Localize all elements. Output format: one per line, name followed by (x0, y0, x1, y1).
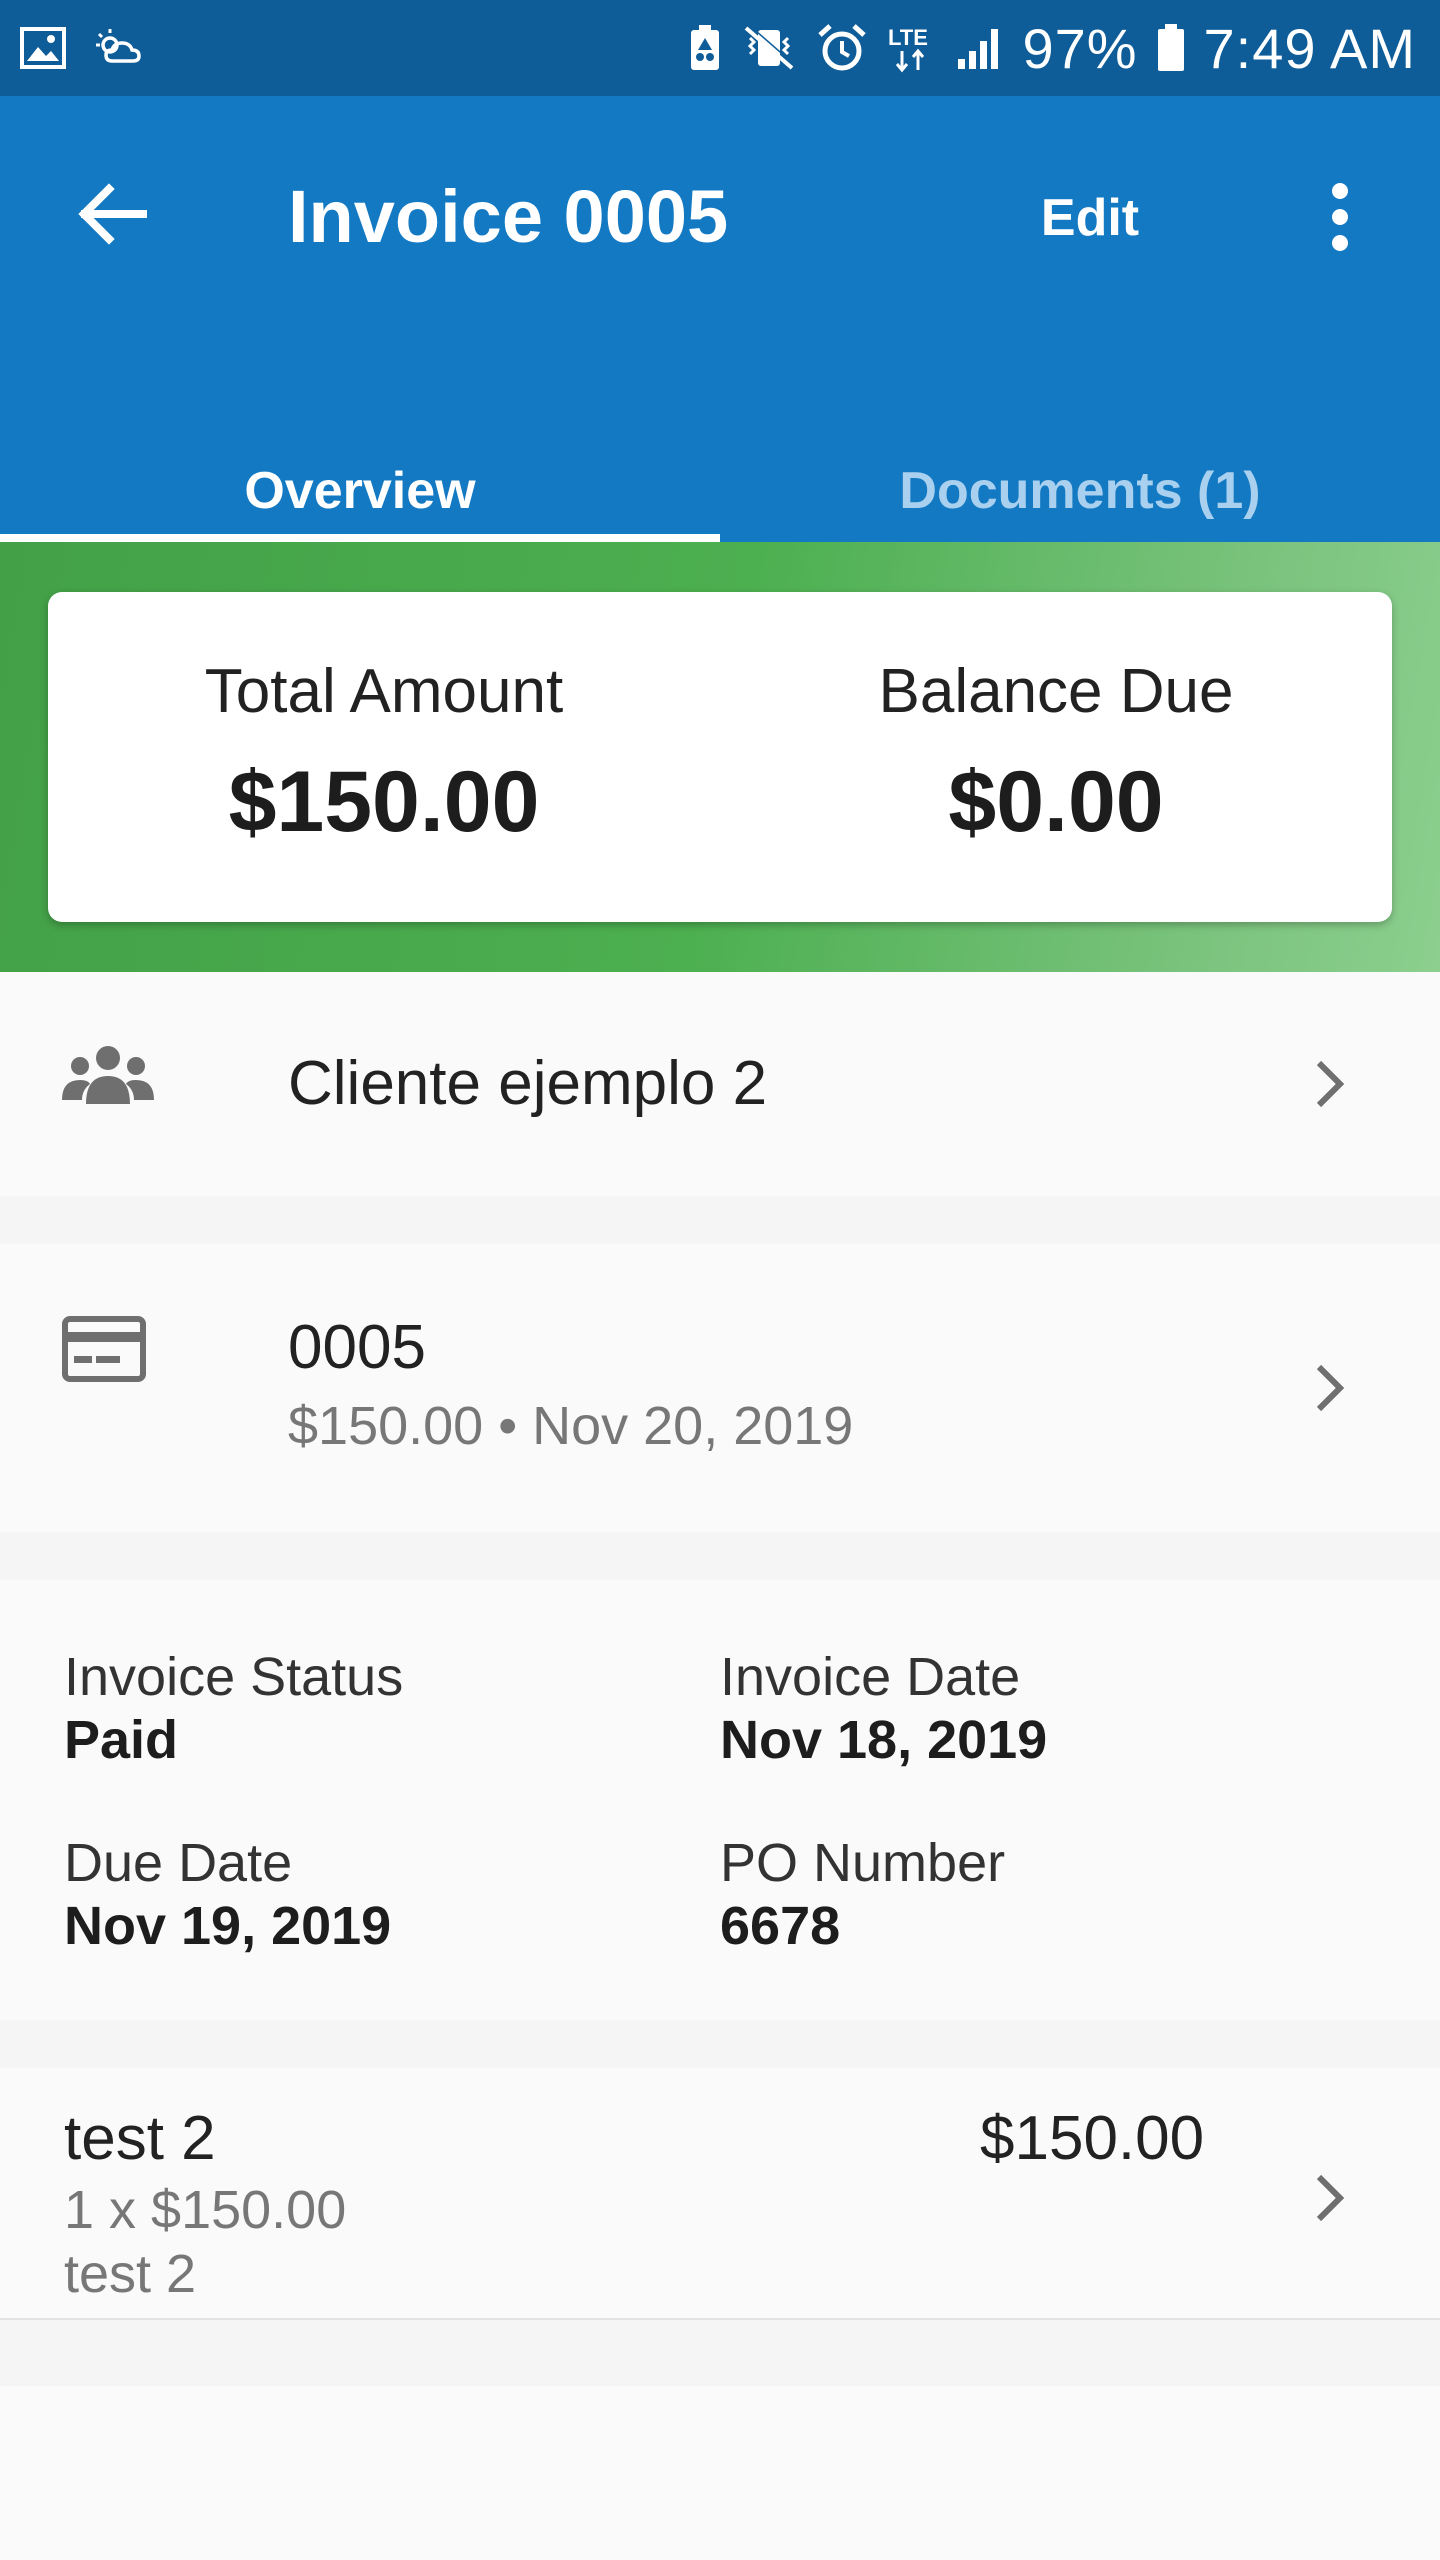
client-row[interactable]: Cliente ejemplo 2 (0, 972, 1440, 1196)
people-icon (62, 1044, 154, 1108)
chevron-right-icon (1300, 1054, 1360, 1114)
total-amount-section: Total Amount $150.00 (48, 592, 720, 922)
tab-overview-label: Overview (244, 462, 476, 520)
balance-due-section: Balance Due $0.00 (720, 592, 1392, 922)
back-button[interactable] (60, 164, 164, 268)
line-item-description: test 2 (64, 2244, 197, 2304)
po-number: PO Number 6678 (720, 1832, 1340, 1958)
line-item[interactable]: test 2 $150.00 1 x $150.00 test 2 (0, 2068, 1440, 2320)
signal-icon (956, 25, 1004, 71)
payment-summary: $150.00 • Nov 20, 2019 (288, 1396, 854, 1456)
clock: 7:49 AM (1203, 16, 1416, 80)
svg-text:LTE: LTE (888, 25, 928, 50)
battery-icon (1156, 23, 1186, 73)
tab-bar: Overview Documents (1) (0, 446, 1440, 542)
summary-card: Total Amount $150.00 Balance Due $0.00 (48, 592, 1392, 922)
tab-documents-label: Documents (1) (899, 462, 1261, 520)
total-amount-label: Total Amount (204, 657, 564, 726)
status-bar-left (20, 27, 148, 69)
lte-icon: LTE (886, 23, 938, 73)
balance-due-label: Balance Due (878, 657, 1234, 726)
line-item-name: test 2 (64, 2104, 216, 2173)
vibrate-mute-icon (740, 24, 798, 72)
more-vert-icon (1332, 183, 1348, 199)
invoice-status: Invoice Status Paid (64, 1646, 684, 1772)
empty-area (0, 2386, 1440, 2560)
due-date-value: Nov 19, 2019 (64, 1896, 392, 1956)
arrow-back-icon (77, 182, 147, 250)
invoice-status-label: Invoice Status (64, 1647, 404, 1707)
invoice-details: Invoice Status Paid Invoice Date Nov 18,… (0, 1580, 1440, 2020)
status-bar: LTE 97% 7:49 AM (0, 0, 1440, 96)
line-item-quantity: 1 x $150.00 (64, 2180, 347, 2240)
due-date: Due Date Nov 19, 2019 (64, 1832, 684, 1958)
po-number-label: PO Number (720, 1833, 1006, 1893)
page-title: Invoice 0005 (288, 175, 729, 258)
app-bar: Invoice 0005 Edit Overview Documents (1) (0, 96, 1440, 542)
more-options-button[interactable] (1300, 162, 1380, 272)
invoice-date-value: Nov 18, 2019 (720, 1710, 1048, 1770)
payment-number: 0005 (288, 1313, 426, 1382)
po-number-value: 6678 (720, 1896, 841, 1956)
weather-icon (92, 27, 148, 69)
due-date-label: Due Date (64, 1833, 293, 1893)
tab-indicator (0, 534, 720, 542)
battery-saver-icon (688, 24, 722, 72)
alarm-icon (816, 23, 868, 73)
chevron-right-icon (1300, 1358, 1360, 1418)
line-item-price: $150.00 (980, 2104, 1205, 2173)
invoice-date-label: Invoice Date (720, 1647, 1021, 1707)
battery-percentage: 97% (1022, 16, 1138, 80)
status-bar-right: LTE 97% 7:49 AM (688, 16, 1416, 81)
balance-due-value: $0.00 (948, 754, 1164, 850)
edit-button[interactable]: Edit (1010, 178, 1170, 258)
client-name: Cliente ejemplo 2 (288, 1049, 768, 1118)
total-amount-value: $150.00 (228, 754, 540, 850)
invoice-date: Invoice Date Nov 18, 2019 (720, 1646, 1340, 1772)
tab-overview[interactable]: Overview (0, 446, 720, 542)
credit-card-icon (62, 1316, 146, 1382)
chevron-right-icon (1300, 2168, 1360, 2228)
invoice-status-value: Paid (64, 1710, 179, 1770)
summary-banner: Total Amount $150.00 Balance Due $0.00 (0, 542, 1440, 972)
payment-row[interactable]: 0005 $150.00 • Nov 20, 2019 (0, 1244, 1440, 1532)
tab-documents[interactable]: Documents (1) (720, 446, 1440, 542)
image-icon (20, 27, 66, 69)
